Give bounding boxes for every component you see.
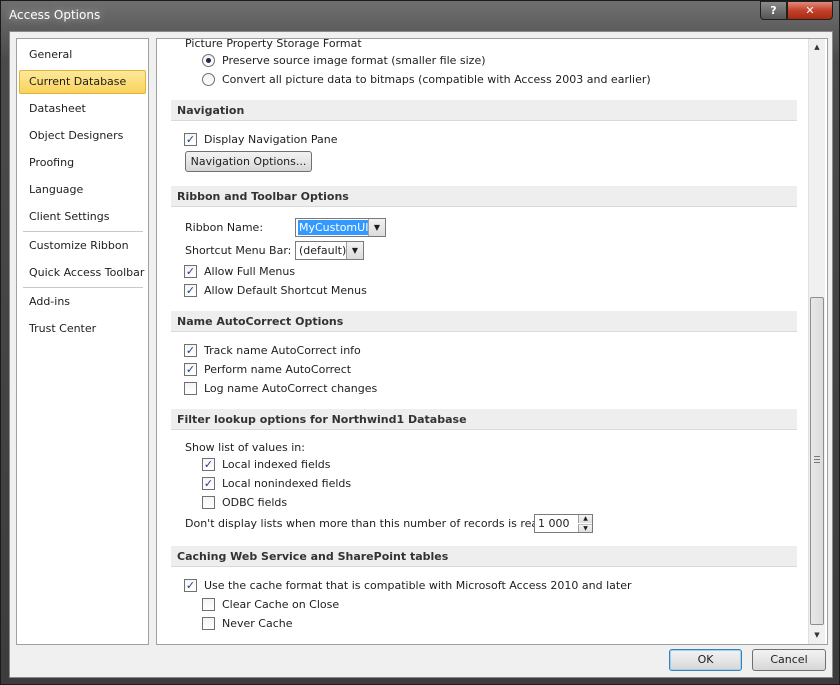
preserve-format-radio[interactable] [202, 54, 215, 67]
sidebar-item-proofing[interactable]: Proofing [19, 151, 146, 175]
sidebar-item-language[interactable]: Language [19, 178, 146, 202]
access-options-window: Access Options ? ✕ General Current Datab… [0, 0, 840, 685]
dialog-client: General Current Database Datasheet Objec… [9, 31, 833, 678]
allow-default-shortcut-menus-label[interactable]: Allow Default Shortcut Menus [204, 284, 367, 298]
title-bar[interactable]: Access Options ? ✕ [1, 1, 839, 31]
never-cache-label[interactable]: Never Cache [222, 617, 293, 631]
ribbon-section-header: Ribbon and Toolbar Options [171, 186, 797, 207]
chevron-down-icon[interactable]: ▼ [368, 219, 385, 236]
shortcut-menu-bar-value[interactable]: (default) [298, 243, 347, 258]
local-nonindexed-fields-label[interactable]: Local nonindexed fields [222, 477, 351, 491]
local-indexed-fields-label[interactable]: Local indexed fields [222, 458, 330, 472]
shortcut-menu-bar-combo[interactable]: (default) ▼ [295, 241, 364, 260]
content-scrollbar[interactable]: ▲ ▼ [808, 39, 825, 644]
options-sidebar: General Current Database Datasheet Objec… [16, 38, 149, 645]
sidebar-item-datasheet[interactable]: Datasheet [19, 97, 146, 121]
allow-default-shortcut-menus-checkbox[interactable]: ✓ [184, 284, 197, 297]
track-autocorrect-label[interactable]: Track name AutoCorrect info [204, 344, 361, 358]
allow-full-menus-label[interactable]: Allow Full Menus [204, 265, 295, 279]
navigation-options-button[interactable]: Navigation Options... [185, 151, 312, 172]
perform-autocorrect-checkbox[interactable]: ✓ [184, 363, 197, 376]
use-cache-format-label[interactable]: Use the cache format that is compatible … [204, 579, 632, 593]
sidebar-item-current-database[interactable]: Current Database [19, 70, 146, 94]
sidebar-item-quick-access-toolbar[interactable]: Quick Access Toolbar [19, 261, 146, 285]
ribbon-name-value[interactable]: MyCustomUI [298, 220, 370, 235]
navigation-section-header: Navigation [171, 100, 797, 121]
odbc-fields-label[interactable]: ODBC fields [222, 496, 287, 510]
filter-lookup-section-header: Filter lookup options for Northwind1 Dat… [171, 409, 797, 430]
allow-full-menus-checkbox[interactable]: ✓ [184, 265, 197, 278]
records-limit-spinner[interactable]: 1 000 ▲ ▼ [534, 514, 593, 533]
ribbon-name-combo[interactable]: MyCustomUI ▼ [295, 218, 386, 237]
scroll-thumb[interactable] [810, 297, 824, 625]
display-navigation-pane-checkbox[interactable]: ✓ [184, 133, 197, 146]
preserve-format-label[interactable]: Preserve source image format (smaller fi… [222, 54, 486, 68]
sidebar-item-object-designers[interactable]: Object Designers [19, 124, 146, 148]
spin-down-icon[interactable]: ▼ [578, 524, 592, 532]
scroll-up-icon[interactable]: ▲ [809, 39, 825, 55]
clear-cache-checkbox[interactable] [202, 598, 215, 611]
grip-icon [814, 456, 820, 463]
clear-cache-label[interactable]: Clear Cache on Close [222, 598, 339, 612]
sidebar-divider [23, 231, 143, 232]
scroll-down-icon[interactable]: ▼ [809, 627, 825, 643]
window-title: Access Options [9, 8, 101, 22]
picture-storage-heading: Picture Property Storage Format [185, 38, 362, 50]
local-nonindexed-fields-checkbox[interactable]: ✓ [202, 477, 215, 490]
options-content-pane[interactable]: Picture Property Storage Format Preserve… [156, 38, 828, 645]
spin-up-icon[interactable]: ▲ [578, 515, 592, 523]
log-autocorrect-checkbox[interactable] [184, 382, 197, 395]
convert-bitmaps-radio[interactable] [202, 73, 215, 86]
use-cache-format-checkbox[interactable]: ✓ [184, 579, 197, 592]
ok-button[interactable]: OK [669, 649, 742, 671]
track-autocorrect-checkbox[interactable]: ✓ [184, 344, 197, 357]
local-indexed-fields-checkbox[interactable]: ✓ [202, 458, 215, 471]
records-limit-value[interactable]: 1 000 [538, 517, 570, 531]
sidebar-item-general[interactable]: General [19, 43, 146, 67]
autocorrect-section-header: Name AutoCorrect Options [171, 311, 797, 332]
log-autocorrect-label[interactable]: Log name AutoCorrect changes [204, 382, 377, 396]
perform-autocorrect-label[interactable]: Perform name AutoCorrect [204, 363, 351, 377]
caching-section-header: Caching Web Service and SharePoint table… [171, 546, 797, 567]
cancel-button[interactable]: Cancel [752, 649, 826, 671]
convert-bitmaps-label[interactable]: Convert all picture data to bitmaps (com… [222, 73, 651, 87]
chevron-down-icon[interactable]: ▼ [346, 242, 363, 259]
help-button[interactable]: ? [760, 1, 787, 20]
records-limit-label: Don't display lists when more than this … [185, 517, 549, 530]
ribbon-name-label: Ribbon Name: [185, 221, 264, 234]
sidebar-item-customize-ribbon[interactable]: Customize Ribbon [19, 234, 146, 258]
sidebar-divider [23, 287, 143, 288]
shortcut-menu-bar-label: Shortcut Menu Bar: [185, 244, 292, 257]
odbc-fields-checkbox[interactable] [202, 496, 215, 509]
never-cache-checkbox[interactable] [202, 617, 215, 630]
sidebar-item-add-ins[interactable]: Add-ins [19, 290, 146, 314]
display-navigation-pane-label[interactable]: Display Navigation Pane [204, 133, 338, 147]
sidebar-item-client-settings[interactable]: Client Settings [19, 205, 146, 229]
close-button[interactable]: ✕ [787, 1, 833, 20]
sidebar-item-trust-center[interactable]: Trust Center [19, 317, 146, 341]
show-list-label: Show list of values in: [185, 441, 305, 454]
